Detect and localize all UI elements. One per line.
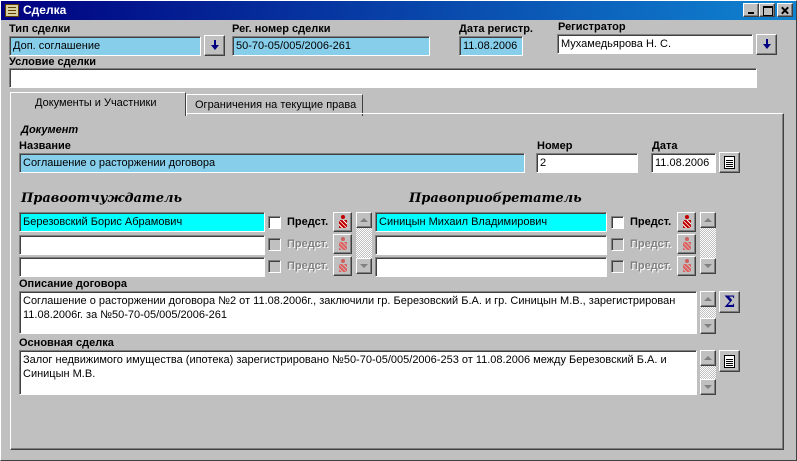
doc-date-field[interactable]: 11.08.2006 xyxy=(651,153,716,173)
tab-label: Ограничения на текущие права xyxy=(195,99,357,111)
grantee-field[interactable]: Синицын Михаил Владимирович xyxy=(375,212,607,232)
doc-name-field[interactable]: Соглашение о расторжении договора xyxy=(19,153,525,173)
main-deal-field[interactable]: Залог недвижимого имущества (ипотека) за… xyxy=(19,350,697,395)
grantor-label: Правоотчуждатель xyxy=(21,191,183,206)
grantee-pred-label: Предст. xyxy=(630,216,672,228)
grantor-pred-checkbox[interactable] xyxy=(268,216,281,229)
scroll-down-button[interactable] xyxy=(700,318,716,334)
arrow-down-icon xyxy=(704,385,712,389)
grantor-pred-button[interactable] xyxy=(333,212,352,232)
arrow-up-icon xyxy=(704,297,712,301)
grantor-field[interactable] xyxy=(19,257,265,277)
grantee-pred-checkbox[interactable] xyxy=(611,260,624,273)
reg-date-field[interactable]: 11.08.2006 xyxy=(459,36,523,56)
sum-button[interactable]: Σ xyxy=(719,291,740,313)
scroll-down-button[interactable] xyxy=(356,258,372,274)
grantor-pred-label: Предст. xyxy=(287,260,329,272)
grantor-field[interactable]: Березовский Борис Абрамович xyxy=(19,212,265,232)
main-deal-select-button[interactable] xyxy=(719,350,740,372)
grantors-scrollbar[interactable] xyxy=(356,212,372,274)
grantor-field[interactable] xyxy=(19,235,265,255)
grantor-pred-button[interactable] xyxy=(333,234,352,254)
arrow-down-icon xyxy=(762,39,771,50)
documents-panel: Документ Название Соглашение о расторжен… xyxy=(10,113,784,450)
grantee-pred-checkbox[interactable] xyxy=(611,238,624,251)
deal-type-select-button[interactable] xyxy=(204,35,225,56)
grantor-pred-label: Предст. xyxy=(287,216,329,228)
close-button[interactable] xyxy=(777,3,793,17)
grantee-pred-label: Предст. xyxy=(630,260,672,272)
arrow-up-icon xyxy=(704,356,712,360)
grantee-pred-button[interactable] xyxy=(677,212,696,232)
grantees-scrollbar[interactable] xyxy=(700,212,716,274)
grantor-pred-checkbox[interactable] xyxy=(268,238,281,251)
app-icon xyxy=(5,4,19,17)
maximize-button[interactable] xyxy=(759,3,775,17)
person-icon xyxy=(338,237,348,251)
registrar-select-button[interactable] xyxy=(756,34,777,55)
document-icon xyxy=(721,352,735,368)
description-scrollbar[interactable] xyxy=(700,291,716,334)
grantee-field[interactable] xyxy=(375,235,607,255)
deal-window: Сделка Тип сделки Доп. соглашение Рег. н… xyxy=(0,0,797,461)
grantee-label: Правоприобретатель xyxy=(409,191,582,206)
scroll-up-button[interactable] xyxy=(700,350,716,366)
scroll-up-button[interactable] xyxy=(356,212,372,228)
person-icon xyxy=(338,215,348,229)
grantor-pred-checkbox[interactable] xyxy=(268,260,281,273)
person-icon xyxy=(682,237,692,251)
doc-date-calendar-button[interactable] xyxy=(719,152,740,173)
arrow-down-icon xyxy=(704,324,712,328)
grantee-field[interactable] xyxy=(375,257,607,277)
window-title: Сделка xyxy=(23,3,67,17)
arrow-down-icon xyxy=(210,40,219,51)
title-bar[interactable]: Сделка xyxy=(1,1,796,20)
person-icon xyxy=(682,259,692,273)
scroll-down-button[interactable] xyxy=(700,379,716,395)
grantor-pred-button[interactable] xyxy=(333,256,352,276)
tab-documents-participants[interactable]: Документы и Участники xyxy=(10,92,186,116)
grantor-pred-label: Предст. xyxy=(287,238,329,250)
condition-field[interactable] xyxy=(9,68,757,88)
person-icon xyxy=(682,215,692,229)
arrow-up-icon xyxy=(704,218,712,222)
condition-label: Условие сделки xyxy=(9,56,97,68)
deal-type-field[interactable]: Доп. соглашение xyxy=(9,36,201,56)
registrar-field[interactable]: Мухамедьярова Н. С. xyxy=(557,34,753,54)
minimize-button[interactable] xyxy=(743,3,759,17)
main-deal-label: Основная сделка xyxy=(19,337,114,349)
sigma-icon: Σ xyxy=(723,292,736,311)
deal-type-label: Тип сделки xyxy=(9,23,71,35)
scroll-up-button[interactable] xyxy=(700,291,716,307)
reg-number-field[interactable]: 50-70-05/005/2006-261 xyxy=(232,36,430,56)
reg-number-label: Рег. номер сделки xyxy=(232,23,331,35)
registrar-label: Регистратор xyxy=(558,21,626,33)
description-label: Описание договора xyxy=(19,278,127,290)
main-deal-scrollbar[interactable] xyxy=(700,350,716,395)
reg-date-label: Дата регистр. xyxy=(459,23,533,35)
arrow-down-icon xyxy=(704,264,712,268)
grantee-pred-button[interactable] xyxy=(677,256,696,276)
doc-name-label: Название xyxy=(19,140,71,152)
doc-number-label: Номер xyxy=(537,140,573,152)
grantee-pred-button[interactable] xyxy=(677,234,696,254)
person-icon xyxy=(338,259,348,273)
scroll-down-button[interactable] xyxy=(700,258,716,274)
scroll-up-button[interactable] xyxy=(700,212,716,228)
doc-date-label: Дата xyxy=(652,140,678,152)
grantee-pred-label: Предст. xyxy=(630,238,672,250)
grantee-pred-checkbox[interactable] xyxy=(611,216,624,229)
document-icon xyxy=(721,154,735,169)
doc-number-field[interactable]: 2 xyxy=(536,153,638,173)
arrow-down-icon xyxy=(360,264,368,268)
tab-label: Документы и Участники xyxy=(35,97,157,109)
arrow-up-icon xyxy=(360,218,368,222)
description-field[interactable]: Соглашение о расторжении договора №2 от … xyxy=(19,291,697,334)
document-section-label: Документ xyxy=(21,124,79,136)
